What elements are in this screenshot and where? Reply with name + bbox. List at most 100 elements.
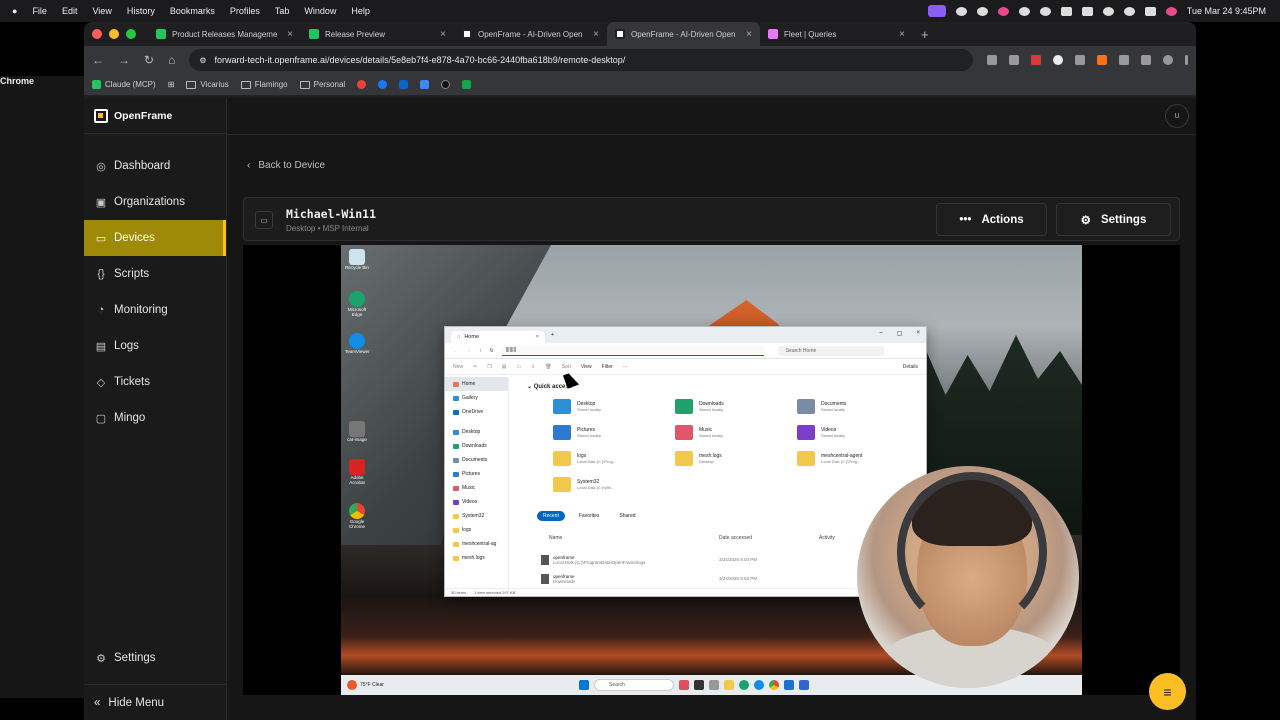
shared-chip[interactable]: Shared: [613, 511, 641, 521]
sidebar-item-scripts[interactable]: {} Scripts: [84, 256, 226, 292]
nav-pane-item[interactable]: Music: [445, 481, 508, 495]
close-icon[interactable]: ×: [916, 330, 920, 337]
folder-tile[interactable]: Downloads Stored locally: [675, 399, 785, 414]
bookmark-flamingo[interactable]: Flamingo: [240, 80, 288, 89]
avatar[interactable]: U: [1165, 104, 1189, 128]
zoom-window-button[interactable]: [126, 29, 136, 39]
taskbar-search[interactable]: Search: [594, 679, 674, 691]
menu-help[interactable]: Help: [351, 6, 370, 16]
column-header-activity[interactable]: Activity: [819, 535, 835, 541]
hide-menu-button[interactable]: « Hide Menu: [84, 684, 227, 720]
facebook-icon[interactable]: [378, 80, 388, 89]
start-icon[interactable]: [579, 680, 589, 690]
device-settings-button[interactable]: ⚙ Settings: [1056, 203, 1171, 236]
table-row[interactable]: openframe Downloads 3/24/2026 9:03 PM: [541, 574, 757, 585]
folder-tile[interactable]: Desktop Stored locally: [553, 399, 663, 414]
nav-pane-item[interactable]: Pictures: [445, 467, 508, 481]
nav-pane-item[interactable]: OneDrive: [445, 405, 508, 419]
folder-tile[interactable]: System32 Local Disk (C:)\Win...: [553, 477, 663, 492]
actions-button[interactable]: ••• Actions: [936, 203, 1047, 236]
widget-icon[interactable]: [679, 680, 689, 690]
headphones-icon[interactable]: [1039, 6, 1051, 16]
desktop-icon-teamviewer[interactable]: TeamViewer: [345, 333, 370, 355]
new-tab-icon[interactable]: +: [921, 27, 929, 42]
input-source-icon[interactable]: [1060, 6, 1072, 16]
details-button[interactable]: Details: [903, 364, 918, 370]
menu-profiles[interactable]: Profiles: [230, 6, 260, 16]
bookmark-icon[interactable]: [441, 80, 451, 89]
apps-grid-icon[interactable]: ⊞: [168, 80, 175, 89]
back-arrow-icon[interactable]: ←: [453, 348, 458, 354]
minimize-window-button[interactable]: [109, 29, 119, 39]
desktop-icon-recycle-bin[interactable]: Recycle Bin: [345, 249, 369, 271]
extension-icon[interactable]: [1075, 55, 1085, 65]
folder-tile[interactable]: mesh.logs Desktop: [675, 451, 785, 466]
desktop-icon-edge[interactable]: Microsoft Edge: [345, 291, 369, 318]
desktop-icon-acrobat[interactable]: Adobe Acrobat: [345, 459, 369, 486]
new-button[interactable]: New: [453, 364, 463, 370]
forward-arrow-icon[interactable]: →: [118, 53, 130, 67]
calendar-icon[interactable]: [420, 80, 430, 89]
table-row[interactable]: openframe Local Disk (C:)\ProgramData\Op…: [541, 555, 757, 566]
bookmark-star-icon[interactable]: [1009, 55, 1019, 65]
folder-tile[interactable]: meshcentral-agent Local Disk (C:)\Prog...: [797, 451, 907, 466]
nav-pane-item[interactable]: meshcentral-ag: [445, 537, 508, 551]
delete-icon[interactable]: 🗑: [545, 364, 551, 370]
close-tab-icon[interactable]: ×: [746, 29, 752, 40]
siri-icon[interactable]: [1165, 6, 1177, 16]
nav-pane-item[interactable]: Desktop: [445, 425, 508, 439]
close-tab-icon[interactable]: ×: [287, 29, 293, 40]
explorer-address-input[interactable]: ||||||||: [501, 345, 764, 356]
profile-avatar-icon[interactable]: [1163, 55, 1173, 65]
browser-tab[interactable]: Product Releases Manageme ×: [148, 22, 301, 46]
extension-icon[interactable]: [1053, 55, 1063, 65]
minimize-icon[interactable]: –: [879, 330, 882, 337]
bookmark-vicarius[interactable]: Vicarius: [186, 80, 229, 89]
folder-tile[interactable]: Music Stored locally: [675, 425, 785, 440]
folder-tile[interactable]: logs Local Disk (C:)\Prog...: [553, 451, 663, 466]
menu-view[interactable]: View: [92, 6, 111, 16]
logo[interactable]: OpenFrame: [84, 98, 226, 134]
extension-icon[interactable]: [1031, 55, 1041, 65]
forward-arrow-icon[interactable]: →: [466, 348, 471, 354]
puzzle-icon[interactable]: [1119, 55, 1129, 65]
sidebar-item-monitoring[interactable]: ◔ Monitoring: [84, 292, 226, 328]
gmail-icon[interactable]: [357, 80, 367, 89]
menu-tab[interactable]: Tab: [275, 6, 290, 16]
back-arrow-icon[interactable]: ←: [92, 53, 104, 67]
address-bar[interactable]: ⚙ forward-tech-it.openframe.ai/devices/d…: [189, 49, 973, 71]
bookmark-claude[interactable]: Claude (MCP): [92, 80, 156, 89]
site-info-icon[interactable]: ⚙: [199, 56, 206, 65]
desktop-icon-cat-image[interactable]: cat-image: [345, 421, 369, 443]
bookmark-personal[interactable]: Personal: [299, 80, 345, 89]
chrome-icon[interactable]: [769, 680, 779, 690]
menu-bookmarks[interactable]: Bookmarks: [170, 6, 215, 16]
copy-icon[interactable]: ❐: [487, 364, 491, 370]
sidebar-item-mingo[interactable]: ▢ Mingo: [84, 400, 226, 436]
view-button[interactable]: View: [581, 364, 592, 370]
battery-icon[interactable]: [1081, 6, 1093, 16]
status-app-icon[interactable]: [927, 5, 946, 17]
status-icon[interactable]: [997, 6, 1009, 16]
edge-icon[interactable]: [739, 680, 749, 690]
maximize-icon[interactable]: ▢: [897, 330, 903, 337]
more-icon[interactable]: ···: [623, 364, 628, 370]
menu-file[interactable]: File: [32, 6, 47, 16]
kebab-menu-icon[interactable]: [1185, 55, 1188, 65]
sidebar-item-devices[interactable]: ▭ Devices: [84, 220, 226, 256]
reload-icon[interactable]: ↻: [144, 53, 154, 67]
refresh-icon[interactable]: ↻: [490, 348, 494, 354]
browser-tab[interactable]: Release Preview ×: [301, 22, 454, 46]
file-explorer-window[interactable]: ⌂ Home × + – ▢ × ← → ↑ ↻ |||||||| Search…: [444, 326, 928, 597]
nav-pane-item[interactable]: Documents: [445, 453, 508, 467]
close-tab-icon[interactable]: ×: [899, 29, 905, 40]
close-icon[interactable]: ×: [536, 334, 539, 340]
weather-widget[interactable]: 75°F Clear: [347, 680, 384, 690]
nav-pane-item[interactable]: Downloads: [445, 439, 508, 453]
new-tab-icon[interactable]: +: [551, 332, 554, 338]
sidebar-icon[interactable]: [1141, 55, 1151, 65]
folder-tile[interactable]: Videos Stored locally: [797, 425, 907, 440]
file-explorer-icon[interactable]: [724, 680, 734, 690]
status-icon[interactable]: [1018, 6, 1030, 16]
close-window-button[interactable]: [92, 29, 102, 39]
